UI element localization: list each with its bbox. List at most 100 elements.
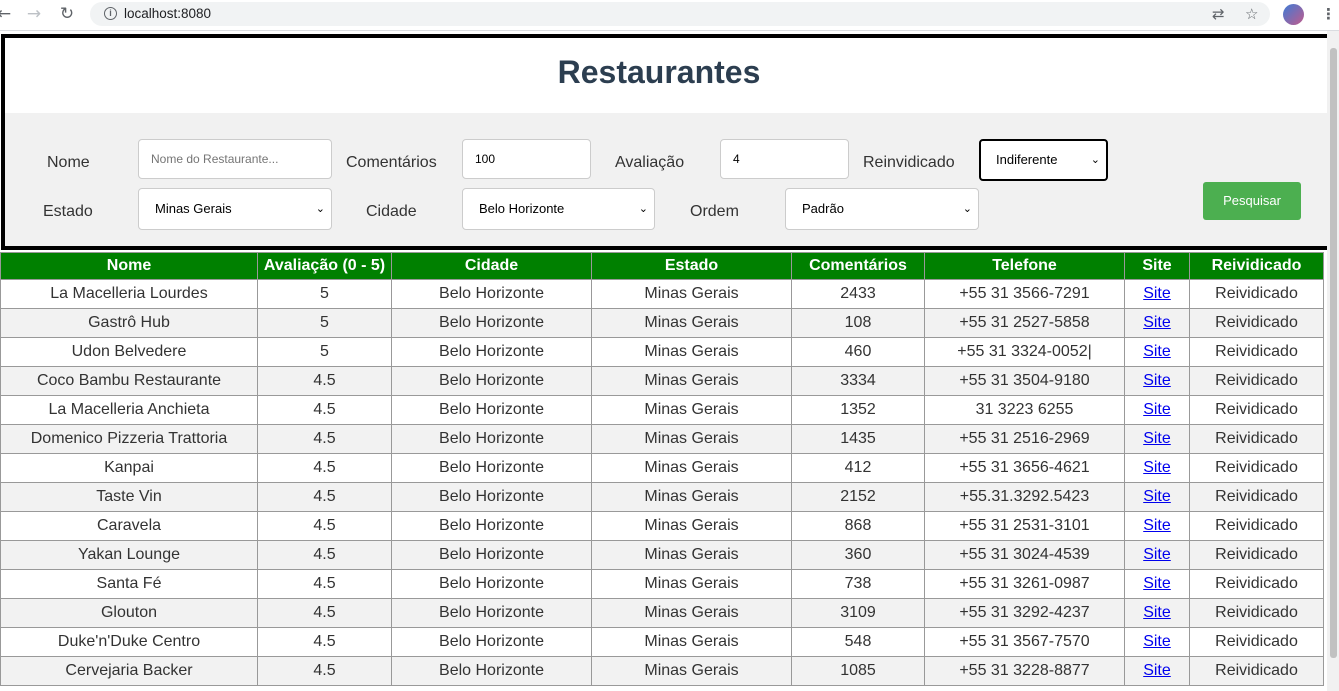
cell-estado: Minas Gerais: [591, 627, 792, 657]
reivindicado-label: Reinvidicado: [863, 154, 955, 171]
cell-telefone: +55 31 2516-2969: [924, 424, 1125, 454]
cell-cidade: Belo Horizonte: [391, 540, 592, 570]
cell-estado: Minas Gerais: [591, 598, 792, 628]
site-link[interactable]: Site: [1143, 459, 1171, 476]
table-row: La Macelleria Lourdes 5 Belo Horizonte Mina…: [0, 279, 1324, 309]
header-telefone[interactable]: Telefone: [924, 252, 1125, 280]
forward-icon[interactable]: →: [24, 4, 44, 24]
cell-reividicado: Reividicado: [1189, 424, 1324, 454]
header-avaliacao[interactable]: Avaliação (0 - 5): [257, 252, 392, 280]
site-link[interactable]: Site: [1143, 546, 1171, 563]
cell-site: Site: [1124, 540, 1190, 570]
cell-nome: Domenico Pizzeria Trattoria: [0, 424, 258, 454]
cell-cidade: Belo Horizonte: [391, 308, 592, 338]
back-icon[interactable]: ←: [0, 4, 14, 24]
reload-icon[interactable]: ↻: [57, 4, 77, 24]
reivindicado-select[interactable]: Indiferente ⌄: [979, 139, 1108, 181]
cell-estado: Minas Gerais: [591, 337, 792, 367]
cell-comentarios: 548: [791, 627, 925, 657]
site-link[interactable]: Site: [1143, 372, 1171, 389]
cell-site: Site: [1124, 656, 1190, 686]
scrollbar-thumb[interactable]: [1330, 48, 1337, 658]
cell-reividicado: Reividicado: [1189, 540, 1324, 570]
table-body: La Macelleria Lourdes 5 Belo Horizonte Mina…: [0, 279, 1324, 686]
cidade-select[interactable]: Belo Horizonte ⌄: [462, 188, 655, 230]
cell-estado: Minas Gerais: [591, 656, 792, 686]
cell-comentarios: 2433: [791, 279, 925, 309]
search-panel: Restaurantes Nome Comentários Avaliação …: [1, 34, 1331, 250]
cell-nome: Taste Vin: [0, 482, 258, 512]
table-row: Domenico Pizzeria Trattoria 4.5 Belo Horiz…: [0, 424, 1324, 454]
cell-telefone: +55 31 3024-4539: [924, 540, 1125, 570]
header-site[interactable]: Site: [1124, 252, 1190, 280]
profile-avatar[interactable]: [1283, 4, 1304, 25]
address-bar[interactable]: [90, 2, 1270, 26]
ordem-select-value: Padrão: [802, 201, 844, 216]
bookmark-star-icon[interactable]: ☆: [1245, 5, 1258, 23]
site-link[interactable]: Site: [1143, 604, 1171, 621]
chevron-down-icon: ⌄: [1090, 153, 1100, 166]
cell-cidade: Belo Horizonte: [391, 366, 592, 396]
ordem-select[interactable]: Padrão ⌄: [785, 188, 979, 230]
menu-kebab-icon[interactable]: ⋮: [1321, 5, 1336, 23]
cell-reividicado: Reividicado: [1189, 656, 1324, 686]
cell-nome: La Macelleria Lourdes: [0, 279, 258, 309]
table-row: Coco Bambu Restaurante 4.5 Belo Horizonte M…: [0, 366, 1324, 396]
restaurants-table: Nome Avaliação (0 - 5) Cidade Estado Com…: [0, 252, 1324, 686]
site-link[interactable]: Site: [1143, 343, 1171, 360]
cell-avaliacao: 4.5: [257, 569, 392, 599]
cell-comentarios: 868: [791, 511, 925, 541]
cell-site: Site: [1124, 627, 1190, 657]
header-reividicado[interactable]: Reividicado: [1189, 252, 1324, 280]
cell-avaliacao: 5: [257, 279, 392, 309]
header-estado[interactable]: Estado: [591, 252, 792, 280]
site-info-icon[interactable]: i: [104, 7, 117, 20]
cell-telefone: +55 31 3656-4621: [924, 453, 1125, 483]
site-link[interactable]: Site: [1143, 401, 1171, 418]
cell-site: Site: [1124, 395, 1190, 425]
site-link[interactable]: Site: [1143, 285, 1171, 302]
cell-avaliacao: 4.5: [257, 598, 392, 628]
cell-cidade: Belo Horizonte: [391, 569, 592, 599]
table-row: Taste Vin 4.5 Belo Horizonte Minas Gerais 21…: [0, 482, 1324, 512]
translate-icon[interactable]: ⇄: [1212, 5, 1225, 23]
nome-input[interactable]: [138, 139, 332, 179]
search-button[interactable]: Pesquisar: [1203, 182, 1301, 220]
site-link[interactable]: Site: [1143, 575, 1171, 592]
site-link[interactable]: Site: [1143, 314, 1171, 331]
cell-estado: Minas Gerais: [591, 366, 792, 396]
header-comentarios[interactable]: Comentários: [791, 252, 925, 280]
header-cidade[interactable]: Cidade: [391, 252, 592, 280]
browser-toolbar: ← → ↻ i localhost:8080 ⇄ ☆ ⋮: [0, 0, 1339, 31]
cell-nome: Glouton: [0, 598, 258, 628]
site-link[interactable]: Site: [1143, 633, 1171, 650]
cell-cidade: Belo Horizonte: [391, 598, 592, 628]
cell-cidade: Belo Horizonte: [391, 482, 592, 512]
cell-nome: Yakan Lounge: [0, 540, 258, 570]
cell-comentarios: 360: [791, 540, 925, 570]
cell-reividicado: Reividicado: [1189, 395, 1324, 425]
cell-estado: Minas Gerais: [591, 279, 792, 309]
panel-header: Restaurantes: [5, 38, 1327, 113]
cell-cidade: Belo Horizonte: [391, 453, 592, 483]
cell-nome: Coco Bambu Restaurante: [0, 366, 258, 396]
cell-cidade: Belo Horizonte: [391, 511, 592, 541]
estado-select-value: Minas Gerais: [155, 201, 232, 216]
avaliacao-input[interactable]: [720, 139, 849, 179]
page-title: Restaurantes: [557, 54, 761, 90]
url-text[interactable]: localhost:8080: [124, 6, 211, 21]
table-header-row: Nome Avaliação (0 - 5) Cidade Estado Com…: [0, 252, 1324, 280]
site-link[interactable]: Site: [1143, 430, 1171, 447]
cell-reividicado: Reividicado: [1189, 453, 1324, 483]
estado-select[interactable]: Minas Gerais ⌄: [138, 188, 332, 230]
site-link[interactable]: Site: [1143, 662, 1171, 679]
comentarios-input[interactable]: [462, 139, 591, 179]
cell-telefone: +55 31 3228-8877: [924, 656, 1125, 686]
cell-nome: Caravela: [0, 511, 258, 541]
cell-reividicado: Reividicado: [1189, 569, 1324, 599]
header-nome[interactable]: Nome: [0, 252, 258, 280]
cell-comentarios: 460: [791, 337, 925, 367]
cell-site: Site: [1124, 308, 1190, 338]
site-link[interactable]: Site: [1143, 517, 1171, 534]
site-link[interactable]: Site: [1143, 488, 1171, 505]
